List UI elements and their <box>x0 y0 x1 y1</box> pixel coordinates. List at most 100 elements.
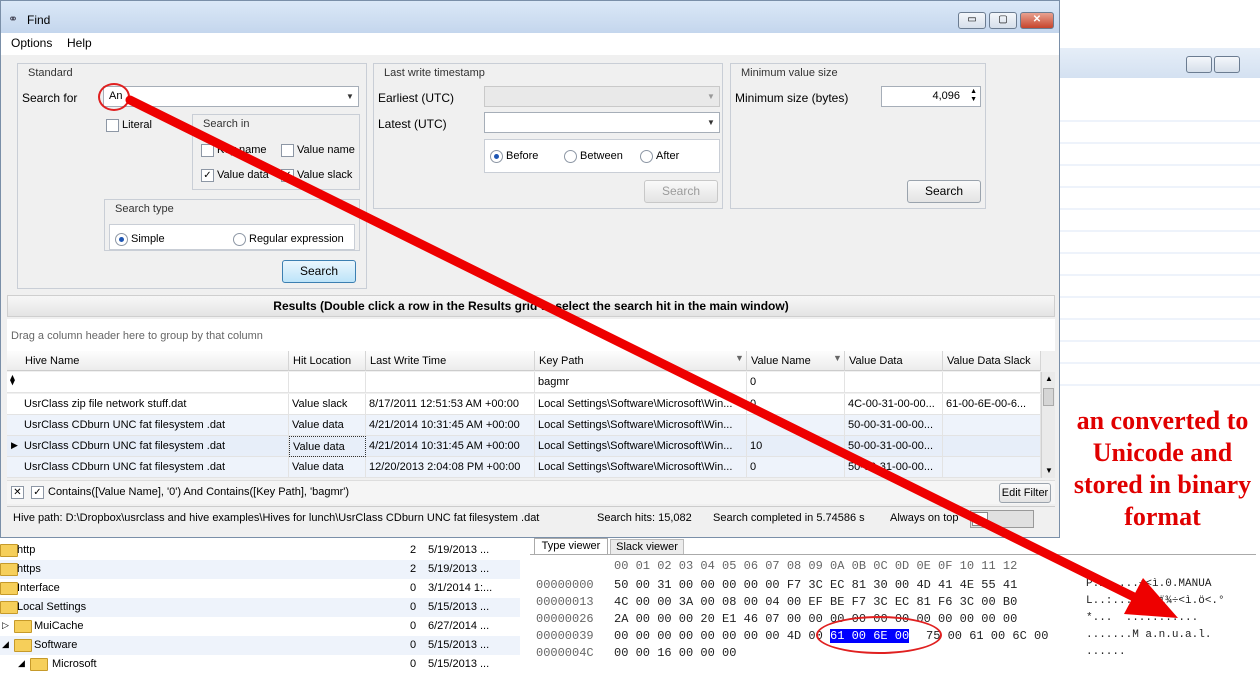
clear-filter-icon[interactable]: ✕ <box>11 486 24 499</box>
tree-item-name: MuiCache <box>34 620 84 632</box>
filter-slack[interactable] <box>943 372 1041 393</box>
filter-hit[interactable] <box>289 372 366 393</box>
close-button[interactable]: ✕ <box>1020 12 1054 29</box>
tree-item[interactable]: ▷ MuiCache 0 6/27/2014 ... <box>0 617 520 636</box>
tree-item[interactable]: ◢ Software 0 5/15/2013 ... <box>0 636 520 655</box>
earliest-input[interactable]: ▼ <box>484 86 720 107</box>
chevron-down-icon[interactable]: ▼ <box>703 113 719 132</box>
value-name-label: Value name <box>297 144 355 156</box>
tree-item-count: 0 <box>410 658 417 670</box>
column-header-hive-name[interactable]: Hive Name <box>21 351 289 371</box>
before-label: Before <box>506 150 539 162</box>
menu-help[interactable]: Help <box>67 36 92 50</box>
tree-item[interactable]: http 2 5/19/2013 ... <box>0 541 520 560</box>
filter-value-name[interactable]: 0 <box>747 372 845 393</box>
filter-enabled-checkbox[interactable]: ✓ <box>31 486 44 499</box>
table-row[interactable]: UsrClass CDburn UNC fat filesystem .dat … <box>7 457 1041 478</box>
column-header-value-data[interactable]: Value Data <box>845 351 943 371</box>
between-radio[interactable] <box>564 150 577 163</box>
scroll-up-icon[interactable]: ▲ <box>1045 374 1053 383</box>
hex-line[interactable]: 00 00 00 00 00 00 00 00 4D 00 <box>614 629 823 643</box>
search-for-input[interactable]: An ▼ <box>103 86 359 107</box>
after-radio[interactable] <box>640 150 653 163</box>
filter-icon[interactable]: ▼ <box>735 353 744 363</box>
hex-line[interactable]: 4C 00 00 3A 00 08 00 04 00 EF BE F7 3C E… <box>614 595 1017 609</box>
value-data-checkbox[interactable]: ✓ <box>201 169 214 182</box>
hex-line[interactable]: 00 00 16 00 00 00 <box>614 646 736 660</box>
regex-radio[interactable] <box>233 233 246 246</box>
minsize-spinner[interactable]: 4,096 ▲ ▼ <box>881 86 981 107</box>
tab-type-viewer[interactable]: Type viewer <box>534 538 608 554</box>
background-minimize-button[interactable] <box>1186 56 1212 73</box>
column-header-value-slack[interactable]: Value Data Slack <box>943 351 1041 371</box>
table-row-selected[interactable]: ▶ UsrClass CDburn UNC fat filesystem .da… <box>7 436 1041 457</box>
always-on-top-toggle[interactable] <box>970 510 1034 528</box>
literal-checkbox[interactable] <box>106 119 119 132</box>
filter-value-data[interactable] <box>845 372 943 393</box>
cell-value-data: 50-00-31-00-00... <box>845 415 943 436</box>
timestamp-group: Last write timestamp Earliest (UTC) ▼ La… <box>373 63 723 209</box>
registry-tree: http 2 5/19/2013 ... https 2 5/19/2013 .… <box>0 540 524 674</box>
filter-key-path[interactable]: bagmr <box>535 372 747 393</box>
tree-item-count: 0 <box>410 582 417 594</box>
scroll-down-icon[interactable]: ▼ <box>1045 466 1053 475</box>
edit-filter-button[interactable]: Edit Filter <box>999 483 1051 503</box>
group-panel: Drag a column header here to group by th… <box>7 319 1055 351</box>
before-radio[interactable] <box>490 150 503 163</box>
key-name-checkbox[interactable] <box>201 144 214 157</box>
tree-item-date: 3/1/2014 1:... <box>428 582 493 594</box>
filter-time[interactable] <box>366 372 535 393</box>
collapse-icon[interactable]: ◢ <box>18 658 25 669</box>
timestamp-search-button[interactable]: Search <box>644 180 718 203</box>
value-name-checkbox[interactable] <box>281 144 294 157</box>
hive-path-text: Hive path: D:\Dropbox\usrclass and hive … <box>13 512 540 524</box>
minimize-button[interactable]: ▭ <box>958 12 986 29</box>
hex-column-header: 00 01 02 03 04 05 06 07 08 09 0A 0B 0C 0… <box>614 559 1018 573</box>
cell-hit-location: Value data <box>289 415 366 436</box>
cell-value-name: 10 <box>747 436 845 457</box>
tree-item-name: Microsoft <box>52 658 97 670</box>
filter-row[interactable]: ⧫ bagmr 0 <box>7 372 1041 393</box>
cell-value-name <box>747 415 845 436</box>
spinner-arrows-icon[interactable]: ▲ ▼ <box>970 88 977 104</box>
simple-label: Simple <box>131 233 165 245</box>
chevron-down-icon[interactable]: ▼ <box>342 87 358 106</box>
table-row[interactable]: UsrClass CDburn UNC fat filesystem .dat … <box>7 415 1041 436</box>
collapse-icon[interactable]: ◢ <box>2 639 9 650</box>
background-maximize-button[interactable] <box>1214 56 1240 73</box>
cell-value-slack <box>943 436 1041 457</box>
minsize-search-button[interactable]: Search <box>907 180 981 203</box>
cell-value-data: 50-00-31-00-00... <box>845 436 943 457</box>
filter-hive[interactable] <box>21 372 289 393</box>
expand-icon[interactable]: ▷ <box>2 620 9 631</box>
simple-radio[interactable] <box>115 233 128 246</box>
hex-line-rest[interactable]: 75 00 61 00 6C 00 <box>926 629 1048 643</box>
tree-item[interactable]: Local Settings 0 5/15/2013 ... <box>0 598 520 617</box>
table-row[interactable]: UsrClass zip file network stuff.dat Valu… <box>7 394 1041 415</box>
ascii-line: *... ........... <box>1086 612 1199 624</box>
column-header-last-write[interactable]: Last Write Time <box>366 351 535 371</box>
tree-item[interactable]: https 2 5/19/2013 ... <box>0 560 520 579</box>
maximize-button[interactable]: ▢ <box>989 12 1017 29</box>
latest-input[interactable]: ▼ <box>484 112 720 133</box>
column-header-key-path[interactable]: Key Path <box>535 351 747 371</box>
column-header-value-name[interactable]: Value Name <box>747 351 845 371</box>
cell-value-slack <box>943 415 1041 436</box>
always-on-top-label: Always on top <box>890 512 959 524</box>
tab-slack-viewer[interactable]: Slack viewer <box>610 539 684 554</box>
key-name-label: Key name <box>217 144 267 156</box>
scroll-thumb[interactable] <box>1043 388 1054 406</box>
results-scrollbar[interactable]: ▲ ▼ <box>1041 372 1055 478</box>
value-slack-checkbox[interactable]: ✓ <box>281 169 294 182</box>
tree-item[interactable]: ◢ Microsoft 0 5/15/2013 ... <box>0 655 520 674</box>
window-title: Find <box>27 13 51 27</box>
hex-line[interactable]: 2A 00 00 00 20 E1 46 07 00 00 00 00 00 0… <box>614 612 1017 626</box>
column-header-hit-location[interactable]: Hit Location <box>289 351 366 371</box>
tree-item[interactable]: Interface 0 3/1/2014 1:... <box>0 579 520 598</box>
filter-icon[interactable]: ▼ <box>833 353 842 363</box>
menu-options[interactable]: Options <box>11 36 52 50</box>
tree-item-name: http <box>17 544 36 556</box>
folder-icon <box>14 639 32 652</box>
hex-line[interactable]: 50 00 31 00 00 00 00 00 F7 3C EC 81 30 0… <box>614 578 1017 592</box>
standard-search-button[interactable]: Search <box>282 260 356 283</box>
